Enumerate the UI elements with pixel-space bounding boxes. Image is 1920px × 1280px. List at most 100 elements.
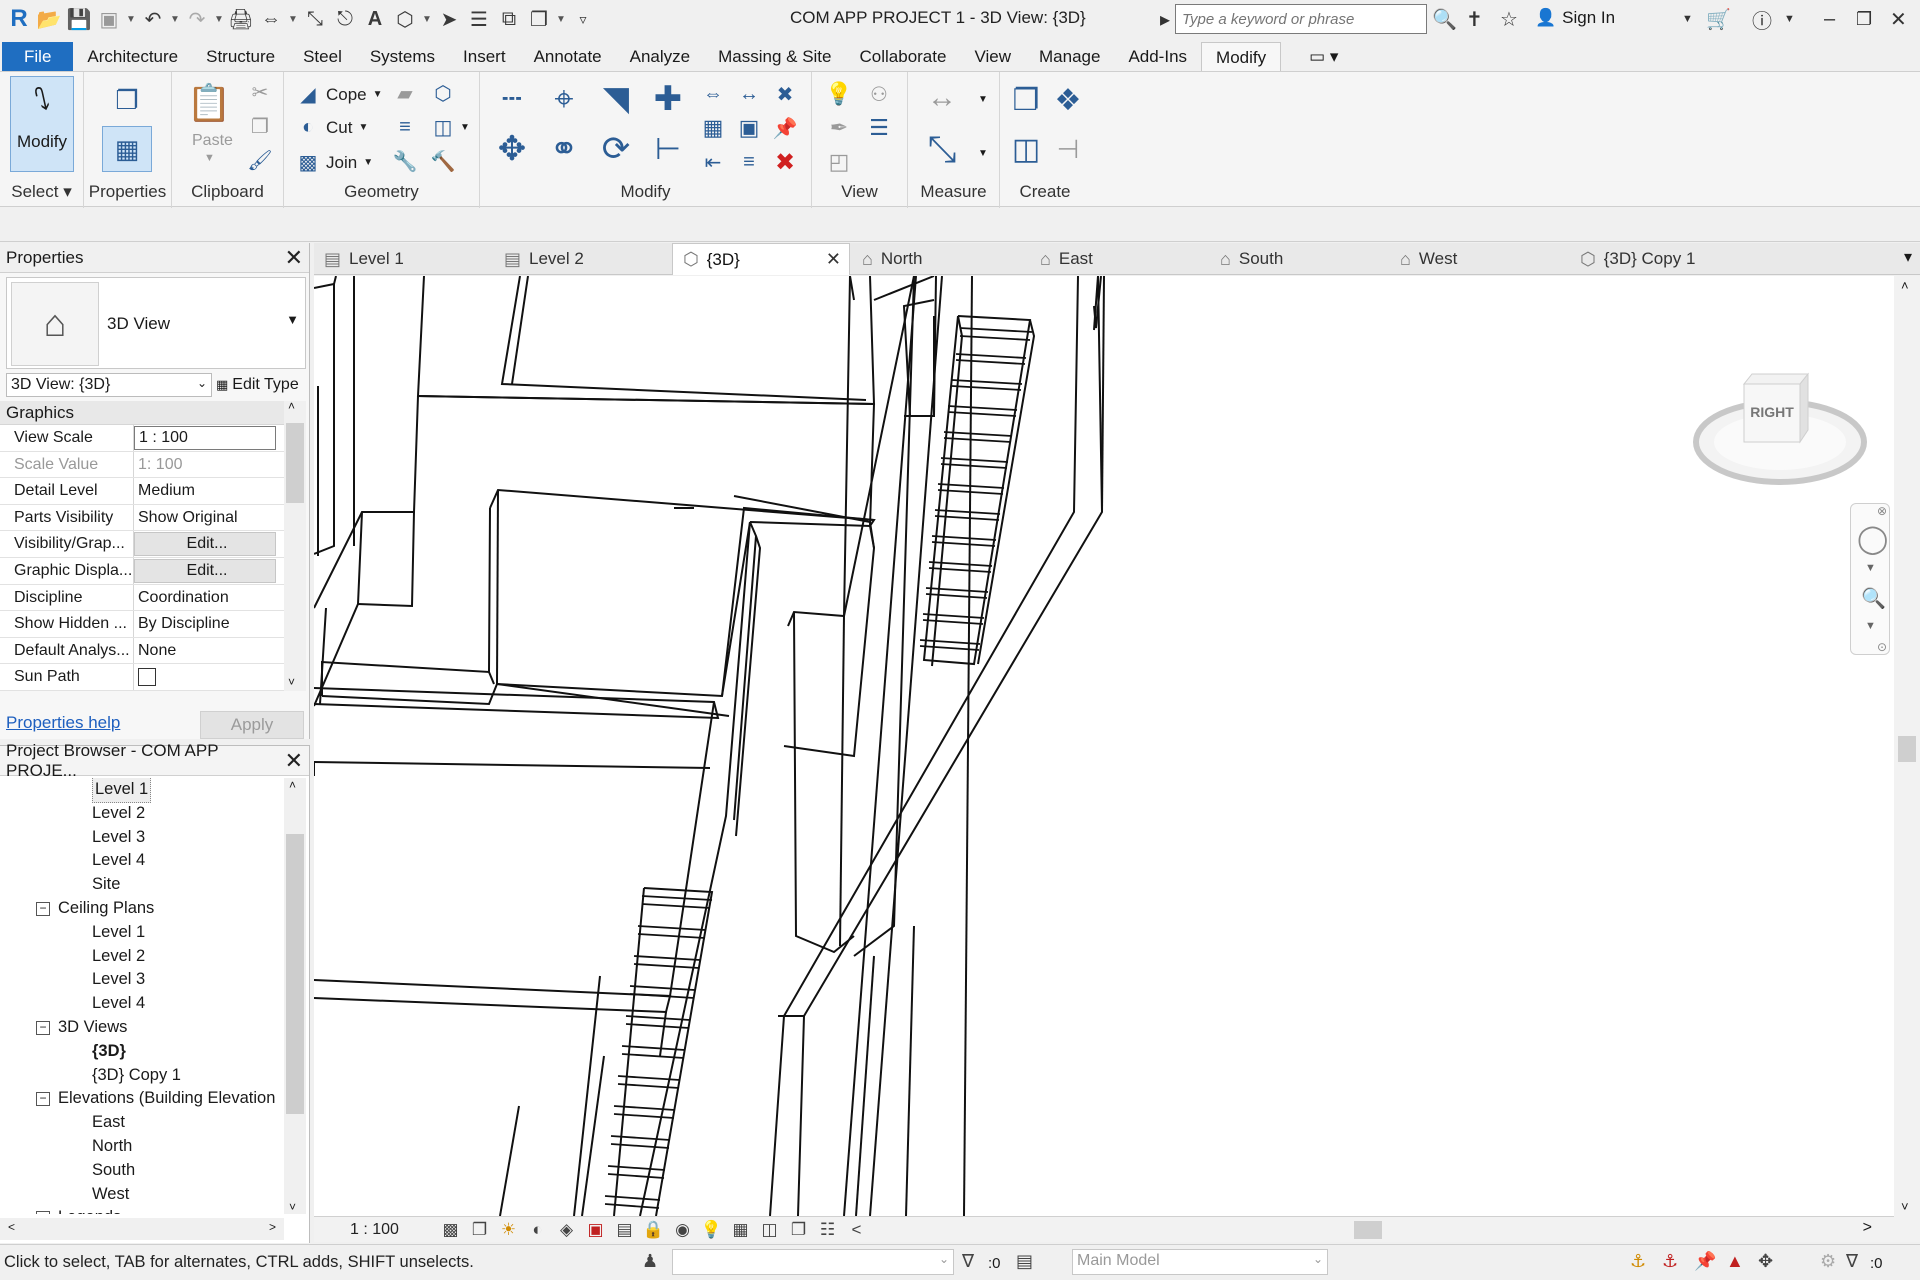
- tab-massing-site[interactable]: Massing & Site: [704, 42, 845, 72]
- favorites-star-icon[interactable]: ☆: [1500, 0, 1518, 38]
- thin-lines-icon[interactable]: ☰: [464, 4, 494, 34]
- trim-extend-single-icon[interactable]: ⇤: [698, 148, 728, 176]
- override-graphics-icon[interactable]: ⚇: [864, 80, 894, 108]
- tab-insert[interactable]: Insert: [449, 42, 520, 72]
- view-tab[interactable]: ⬡ {3D} ✕: [672, 243, 850, 275]
- select-links-icon[interactable]: ⚓: [1630, 1251, 1646, 1272]
- print-icon[interactable]: 🖨: [226, 4, 256, 34]
- browser-node[interactable]: {3D}: [0, 1040, 284, 1064]
- scroll-down-icon[interactable]: ˅: [288, 675, 295, 689]
- tab-list-dropdown-icon[interactable]: ▾: [1904, 247, 1912, 267]
- dimension-dropdown-icon[interactable]: ▼: [978, 148, 988, 159]
- help-icon[interactable]: ⓘ: [1752, 0, 1772, 38]
- delete-icon[interactable]: ✖: [770, 148, 800, 176]
- copy-to-clipboard-icon[interactable]: ❐: [246, 112, 274, 140]
- save-icon[interactable]: 💾: [64, 4, 94, 34]
- trim-extend-multiple-icon[interactable]: ≡: [734, 148, 764, 176]
- measure-between-icon[interactable]: ↔: [912, 80, 972, 116]
- scroll-down-icon[interactable]: ˅: [1901, 1199, 1909, 1214]
- view-tab[interactable]: ▤ Level 1: [314, 243, 490, 275]
- type-selector[interactable]: ⌂ 3D View ▼: [6, 277, 306, 369]
- crop-view-icon[interactable]: ▣: [581, 1220, 610, 1240]
- constraints-icon[interactable]: ☷: [813, 1220, 842, 1240]
- undo-dropdown-icon[interactable]: ▼: [168, 4, 182, 34]
- close-properties-icon[interactable]: ✕: [285, 245, 303, 271]
- drag-on-selection-icon[interactable]: ✥: [1758, 1251, 1773, 1272]
- property-value[interactable]: Show Original: [134, 505, 290, 531]
- rotate-icon[interactable]: ⟳: [592, 126, 640, 172]
- demolish-icon[interactable]: ≡: [390, 112, 420, 142]
- pin-icon[interactable]: 📌: [770, 114, 800, 142]
- detail-level-icon[interactable]: ▩: [436, 1220, 465, 1240]
- close-hidden-windows-icon[interactable]: ⧉: [494, 4, 524, 34]
- canvas-scroll-thumb[interactable]: [1898, 736, 1916, 762]
- search-input[interactable]: [1175, 4, 1427, 34]
- scroll-up-icon[interactable]: ˄: [289, 778, 296, 792]
- properties-scrollbar[interactable]: ˄ ˅: [284, 399, 306, 691]
- contextual-tab-dropdown-icon[interactable]: ▭ ▾: [1295, 42, 1352, 72]
- type-properties-icon[interactable]: ❐: [102, 78, 152, 122]
- tab-file[interactable]: File: [2, 42, 74, 72]
- sign-in-button[interactable]: 👤 Sign In: [1535, 8, 1615, 28]
- tab-view[interactable]: View: [960, 42, 1025, 72]
- restore-button[interactable]: ❐: [1856, 0, 1872, 38]
- scroll-up-icon[interactable]: ˄: [1901, 278, 1909, 293]
- browser-node[interactable]: South: [0, 1159, 284, 1183]
- scale-icon[interactable]: ▣: [734, 114, 764, 142]
- mirror-draw-axis-icon[interactable]: ✚: [644, 76, 692, 122]
- collapse-icon[interactable]: −: [36, 1211, 50, 1214]
- sync-icon[interactable]: ▣: [94, 4, 124, 34]
- browser-node[interactable]: East: [0, 1111, 284, 1135]
- browser-node[interactable]: Level 3: [0, 826, 284, 850]
- workset-dropdown[interactable]: ⌄: [672, 1249, 954, 1275]
- close-tab-icon[interactable]: ✕: [826, 249, 841, 270]
- paint-icon[interactable]: ◫: [428, 112, 458, 142]
- instance-filter-dropdown[interactable]: 3D View: {3D} ⌄: [6, 373, 212, 397]
- selection-filter-icon[interactable]: ∇: [1846, 1251, 1858, 1272]
- browser-node[interactable]: {3D} Copy 1: [0, 1064, 284, 1088]
- create-assembly-icon[interactable]: ❐: [1006, 78, 1046, 122]
- measure-icon[interactable]: ⇔: [256, 4, 286, 34]
- redo-icon[interactable]: ↷: [182, 4, 212, 34]
- browser-node[interactable]: Level 4: [0, 992, 284, 1016]
- thin-lines-view-icon[interactable]: ☰: [864, 114, 894, 142]
- open-icon[interactable]: 📂: [34, 4, 64, 34]
- tab-modify[interactable]: Modify: [1201, 42, 1282, 72]
- scroll-up-icon[interactable]: ˄: [288, 399, 295, 413]
- help-dropdown-icon[interactable]: ▼: [1784, 0, 1795, 38]
- rendering-dialog-icon[interactable]: ◈: [552, 1220, 581, 1240]
- view-tab[interactable]: ⌂ West: [1390, 243, 1568, 275]
- move-icon[interactable]: ✥: [488, 126, 536, 172]
- view-cube[interactable]: RIGHT: [1680, 346, 1880, 496]
- view-tab[interactable]: ⌂ South: [1210, 243, 1388, 275]
- canvas-horizontal-scroll-thumb[interactable]: [1354, 1221, 1382, 1239]
- zoom-icon[interactable]: 🔍: [1861, 586, 1886, 611]
- cut-to-clipboard-icon[interactable]: ✂: [246, 78, 274, 106]
- view-tab[interactable]: ⌂ North: [852, 243, 1028, 275]
- background-processes-icon[interactable]: ⚙: [1820, 1251, 1836, 1272]
- scroll-left-icon[interactable]: <: [842, 1220, 871, 1240]
- measure-dropdown-icon[interactable]: ▼: [286, 4, 300, 34]
- collapse-icon[interactable]: −: [36, 1020, 50, 1035]
- paste-dropdown-icon[interactable]: ▼: [204, 152, 215, 164]
- tab-add-ins[interactable]: Add-Ins: [1114, 42, 1201, 72]
- sign-in-dropdown-icon[interactable]: ▼: [1682, 0, 1693, 38]
- close-browser-icon[interactable]: ✕: [285, 748, 303, 774]
- 3d-view-dropdown-icon[interactable]: ▼: [420, 4, 434, 34]
- sun-path-checkbox[interactable]: [134, 664, 290, 690]
- array-icon[interactable]: ▦: [698, 114, 728, 142]
- view-tab[interactable]: ⌂ East: [1030, 243, 1208, 275]
- temporary-hide-icon[interactable]: ◉: [668, 1220, 697, 1240]
- select-dropdown[interactable]: Select ▾: [0, 182, 83, 202]
- subscription-icon[interactable]: ✝: [1466, 0, 1483, 38]
- select-underlay-icon[interactable]: ⚓: [1662, 1251, 1678, 1272]
- select-pinned-icon[interactable]: 📌: [1694, 1251, 1716, 1272]
- create-parts-icon[interactable]: ❖: [1048, 78, 1088, 122]
- collapse-icon[interactable]: −: [36, 1092, 50, 1107]
- hide-in-view-icon[interactable]: 💡: [824, 80, 854, 108]
- tab-manage[interactable]: Manage: [1025, 42, 1114, 72]
- tab-steel[interactable]: Steel: [289, 42, 356, 72]
- edit-button[interactable]: Edit...: [134, 532, 276, 556]
- cart-icon[interactable]: 🛒: [1706, 0, 1731, 38]
- property-value[interactable]: 1 : 100: [134, 426, 276, 450]
